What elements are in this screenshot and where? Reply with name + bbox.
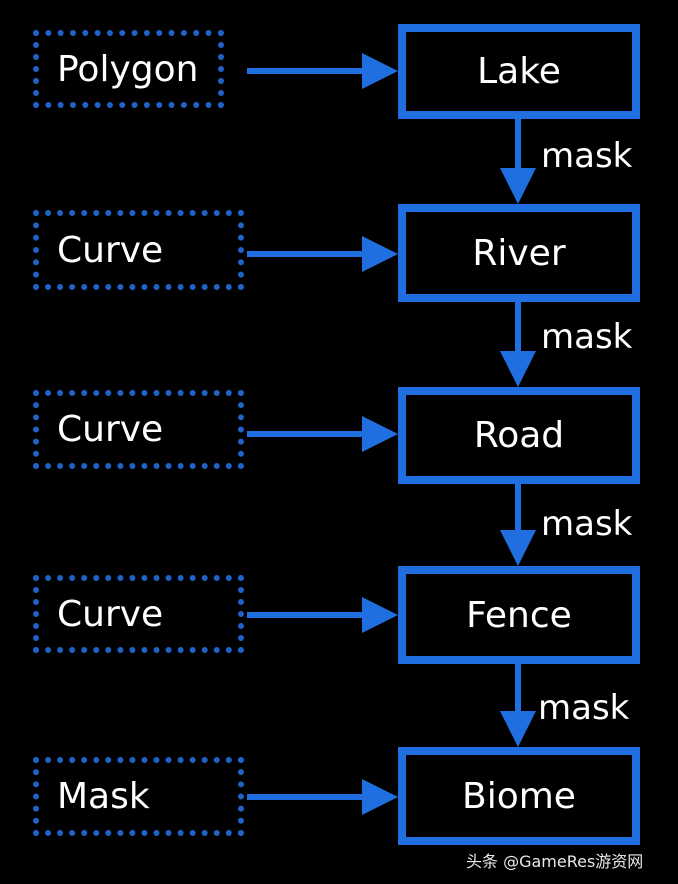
source-node-curve: Curve — [33, 575, 244, 653]
node-river: River — [398, 204, 640, 302]
node-label: Biome — [462, 775, 576, 817]
source-label: Mask — [57, 776, 150, 817]
source-node-curve: Curve — [33, 210, 244, 290]
edge-label-mask: mask — [541, 504, 633, 544]
node-road: Road — [398, 387, 640, 484]
node-biome: Biome — [398, 747, 640, 845]
edge-label-mask: mask — [541, 136, 633, 176]
edge-label-mask: mask — [541, 317, 633, 357]
node-fence: Fence — [398, 566, 640, 664]
node-lake: Lake — [398, 24, 640, 119]
source-node-curve: Curve — [33, 390, 244, 469]
watermark: 头条 @GameRes游资网 — [466, 852, 644, 871]
source-label: Polygon — [57, 48, 199, 90]
node-label: River — [472, 232, 566, 274]
source-node-mask: Mask — [33, 757, 244, 836]
node-label: Fence — [466, 594, 572, 636]
node-label: Lake — [477, 51, 561, 92]
source-node-polygon: Polygon — [33, 30, 224, 108]
edge-label-mask: mask — [538, 688, 630, 728]
source-label: Curve — [57, 593, 164, 635]
node-label: Road — [473, 415, 565, 456]
source-label: Curve — [57, 229, 164, 271]
diagram: Polygon Curve Curve Curve Mask Lake Rive… — [0, 0, 678, 884]
source-label: Curve — [57, 409, 164, 450]
